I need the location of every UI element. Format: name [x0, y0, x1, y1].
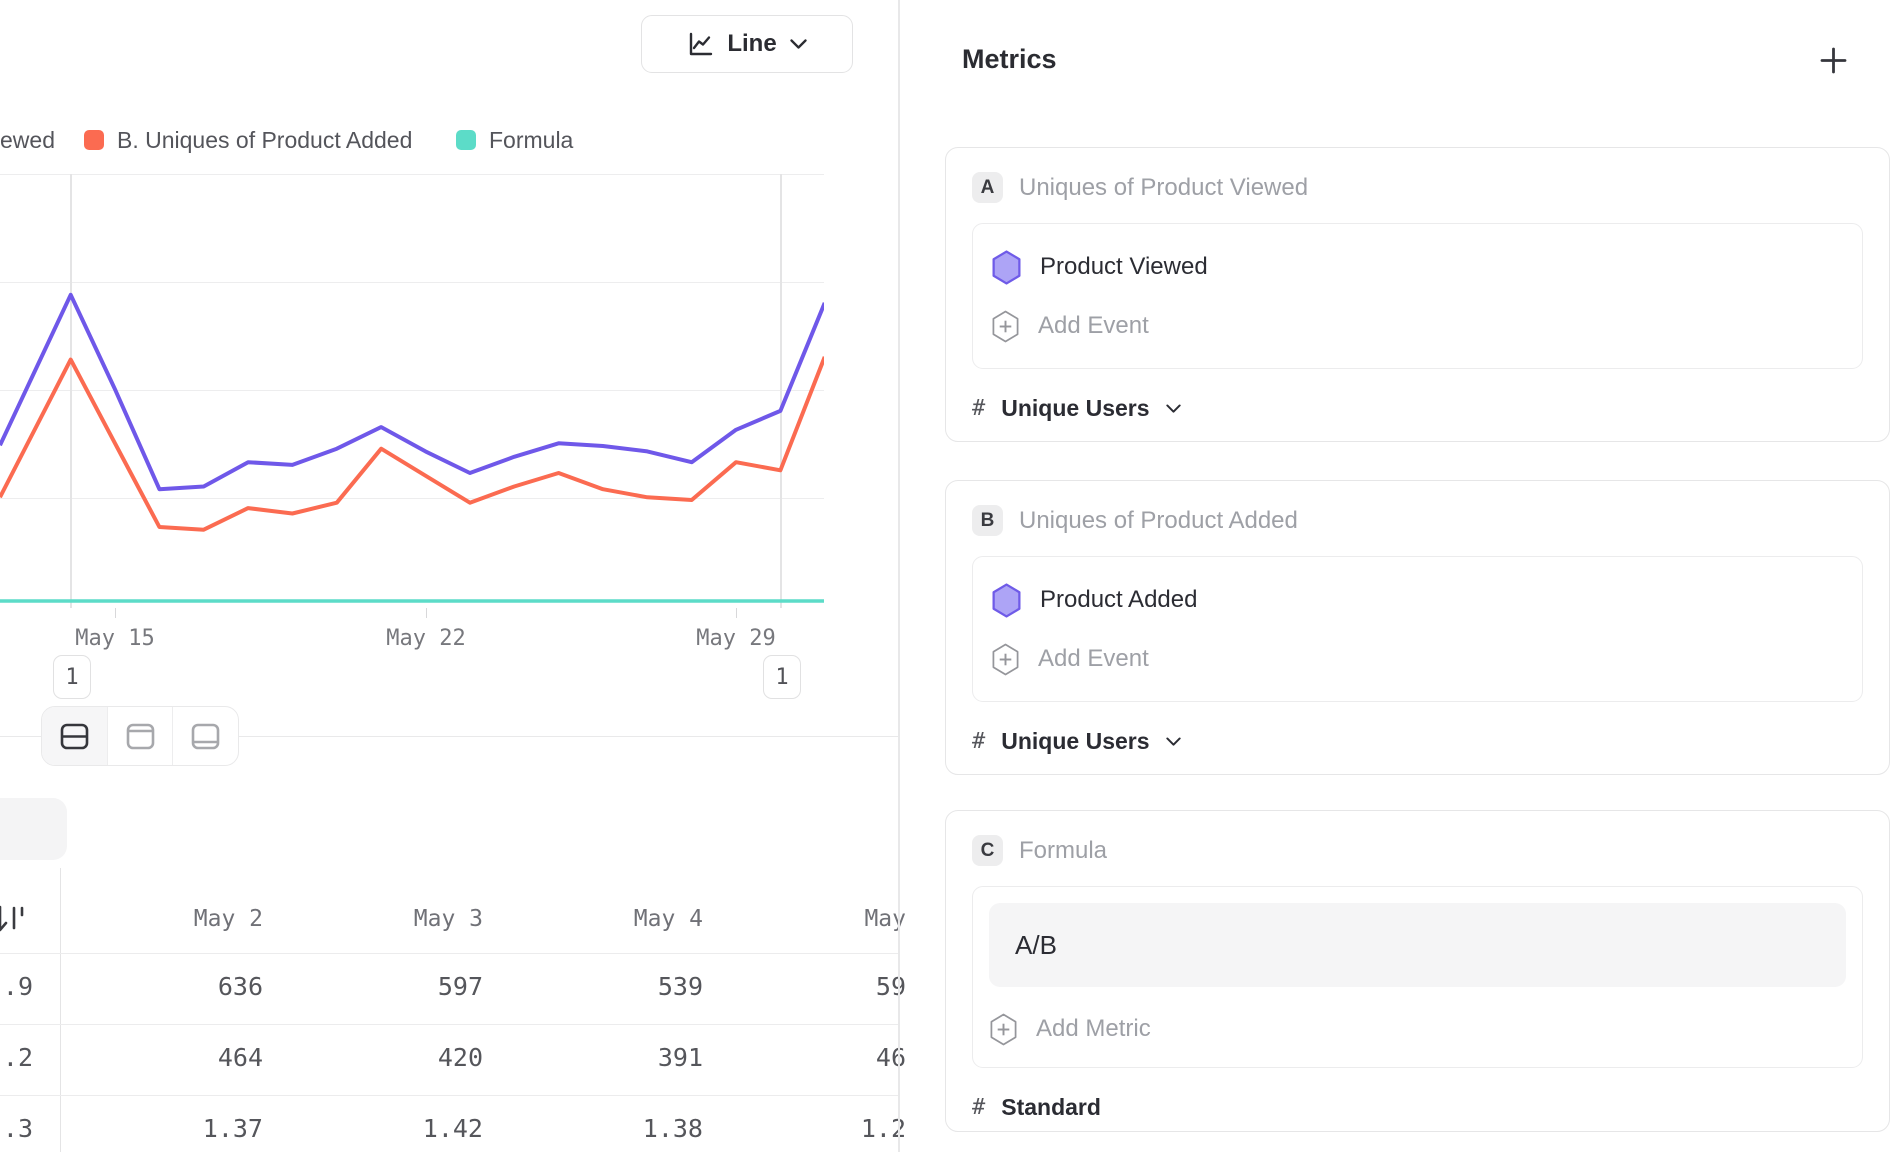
table-cell-cut: 46 [766, 1043, 906, 1072]
layout-table-top-button[interactable] [108, 707, 174, 765]
x-axis-tick [736, 608, 737, 618]
add-event-label: Add Event [1038, 645, 1149, 673]
legend-item-a-partial[interactable]: ewed [0, 127, 55, 154]
x-axis-tick [426, 608, 427, 618]
metric-title-b[interactable]: Uniques of Product Added [1019, 507, 1298, 535]
metric-card-b: B Uniques of Product Added Product Added… [945, 480, 1890, 775]
x-axis-tick [115, 608, 116, 618]
event-box-a: Product Viewed Add Event [972, 223, 1863, 369]
table-cell: 539 [563, 972, 703, 1001]
line-chart-icon [687, 31, 714, 58]
table-cell: 464 [123, 1043, 263, 1072]
metric-card-c: C Formula A/B Add Metric # Standard [945, 810, 1890, 1132]
formula-box: A/B Add Metric [972, 886, 1863, 1068]
add-event-button-a[interactable]: Add Event [991, 304, 1844, 348]
layout-table-bottom-button[interactable] [173, 707, 238, 765]
metric-badge-b: B [972, 505, 1003, 536]
measurement-selector-c[interactable]: # Standard [972, 1094, 1863, 1121]
add-metric-button[interactable]: Add Metric [989, 1007, 1846, 1051]
measurement-selector-a[interactable]: # Unique Users [972, 395, 1863, 422]
event-name: Product Added [1040, 586, 1197, 614]
frozen-column-divider [60, 868, 61, 1152]
event-row-product-viewed[interactable]: Product Viewed [991, 244, 1844, 290]
chevron-down-icon [1166, 737, 1181, 747]
table-row-separator [0, 953, 898, 954]
column-header-may5-cut[interactable]: May [766, 906, 906, 932]
column-header-may4[interactable]: May 4 [563, 906, 703, 932]
layout-split-horizontal-button[interactable] [42, 707, 108, 765]
event-box-b: Product Added Add Event [972, 556, 1863, 702]
line-chart-plot[interactable] [0, 174, 824, 608]
metric-card-a: A Uniques of Product Viewed Product View… [945, 147, 1890, 442]
table-cell: 636 [123, 972, 263, 1001]
annotation-badge-1[interactable]: 1 [53, 655, 91, 699]
table-cell-cut: 1.2 [766, 1114, 906, 1143]
x-label-may15: May 15 [55, 626, 175, 651]
x-label-may29: May 29 [676, 626, 796, 651]
formula-input[interactable]: A/B [989, 903, 1846, 987]
table-cell-frozen: .9 [0, 972, 33, 1001]
legend-item-b[interactable]: B. Uniques of Product Added [117, 127, 412, 154]
add-metric-hexagon-plus-icon [989, 1013, 1018, 1046]
table-cell: 420 [343, 1043, 483, 1072]
event-hexagon-icon [991, 583, 1022, 618]
chevron-down-icon [1166, 404, 1181, 414]
legend-swatch-b [84, 130, 104, 150]
measurement-label: Standard [1001, 1094, 1101, 1121]
table-bottom-icon [190, 721, 221, 752]
measurement-label: Unique Users [1001, 395, 1149, 422]
add-event-hexagon-plus-icon [991, 310, 1020, 343]
table-cell: 391 [563, 1043, 703, 1072]
legend-swatch-formula [456, 130, 476, 150]
chevron-down-icon [790, 39, 807, 50]
chart-legend: ewed B. Uniques of Product Added Formula [0, 127, 898, 155]
event-row-product-added[interactable]: Product Added [991, 577, 1844, 623]
event-hexagon-icon [991, 250, 1022, 285]
add-event-label: Add Event [1038, 312, 1149, 340]
measurement-label: Unique Users [1001, 728, 1149, 755]
x-label-may22: May 22 [366, 626, 486, 651]
table-row-separator [0, 1095, 898, 1096]
add-metric-label: Add Metric [1036, 1015, 1151, 1043]
sort-icon[interactable] [0, 902, 30, 936]
metrics-panel-title: Metrics [962, 44, 1057, 75]
table-control-pill-cut[interactable] [0, 798, 67, 860]
table-top-icon [125, 721, 156, 752]
panel-divider [898, 0, 900, 1152]
hash-icon: # [972, 1095, 985, 1120]
split-horizontal-icon [59, 721, 90, 752]
annotation-badge-2[interactable]: 1 [763, 655, 801, 699]
hash-icon: # [972, 729, 985, 754]
hash-icon: # [972, 396, 985, 421]
measurement-selector-b[interactable]: # Unique Users [972, 728, 1863, 755]
table-cell: 1.42 [343, 1114, 483, 1143]
table-row-separator [0, 1024, 898, 1025]
table-cell: 597 [343, 972, 483, 1001]
table-cell-frozen: .2 [0, 1043, 33, 1072]
table-cell: 1.37 [123, 1114, 263, 1143]
column-header-may2[interactable]: May 2 [123, 906, 263, 932]
add-event-button-b[interactable]: Add Event [991, 637, 1844, 681]
table-cell-frozen: .3 [0, 1114, 33, 1143]
layout-toggle [41, 706, 239, 766]
table-cell-cut: 59 [766, 972, 906, 1001]
column-header-may3[interactable]: May 3 [343, 906, 483, 932]
legend-item-formula[interactable]: Formula [489, 127, 573, 154]
table-cell: 1.38 [563, 1114, 703, 1143]
metric-badge-c: C [972, 835, 1003, 866]
metric-title-a[interactable]: Uniques of Product Viewed [1019, 174, 1308, 202]
add-metric-plus-icon[interactable] [1818, 45, 1849, 76]
event-name: Product Viewed [1040, 253, 1208, 281]
chart-type-button[interactable]: Line [641, 15, 853, 73]
metric-badge-a: A [972, 172, 1003, 203]
metric-title-c[interactable]: Formula [1019, 837, 1107, 865]
add-event-hexagon-plus-icon [991, 643, 1020, 676]
chart-type-label: Line [727, 30, 776, 58]
